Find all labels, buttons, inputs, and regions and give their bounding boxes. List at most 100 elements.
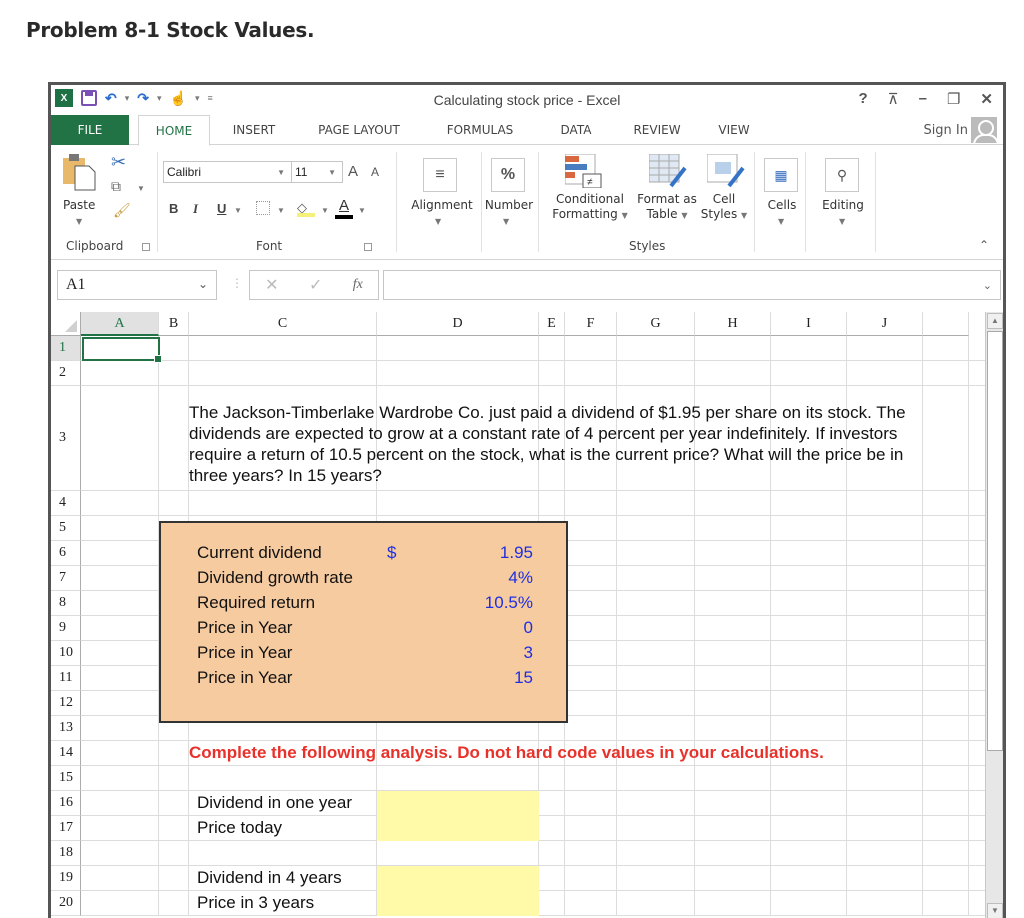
underline-dropdown-icon[interactable]: ▼	[234, 206, 242, 215]
grow-font-icon[interactable]: A	[348, 163, 358, 180]
tab-insert[interactable]: INSERT	[223, 115, 285, 145]
row-header-11[interactable]: 11	[51, 666, 81, 691]
tab-view[interactable]: VIEW	[711, 115, 757, 145]
insert-function-icon[interactable]: fx	[353, 277, 363, 293]
scroll-down-icon[interactable]: ▼	[987, 903, 1003, 918]
cell-styles-icon[interactable]	[707, 154, 745, 188]
fill-color-icon[interactable]: ◇	[297, 199, 315, 217]
collapse-ribbon-icon[interactable]: ⌃	[979, 238, 989, 252]
number-dropdown-icon[interactable]: ▼	[503, 214, 509, 229]
cell-styles-button[interactable]: Cell Styles ▼	[697, 192, 751, 223]
minimize-icon[interactable]: –	[919, 90, 927, 108]
cancel-icon[interactable]: ✕	[265, 275, 278, 295]
font-name-select[interactable]: Calibri ▼	[163, 161, 292, 183]
vertical-scrollbar[interactable]: ▲ ▼	[985, 312, 1003, 918]
tab-review[interactable]: REVIEW	[623, 115, 691, 145]
format-as-table-icon[interactable]	[649, 154, 687, 188]
row-header-20[interactable]: 20	[51, 891, 81, 916]
tab-home[interactable]: HOME	[138, 115, 210, 146]
format-as-table-button[interactable]: Format as Table ▼	[633, 192, 701, 223]
fill-color-dropdown-icon[interactable]: ▼	[321, 206, 329, 215]
copy-icon[interactable]: ⧉	[111, 178, 121, 195]
alignment-dropdown-icon[interactable]: ▼	[435, 214, 441, 229]
name-box-dropdown-icon[interactable]: ⌄	[198, 277, 208, 292]
underline-button[interactable]: U	[217, 201, 226, 216]
paste-dropdown-icon[interactable]: ▼	[76, 214, 82, 229]
alignment-icon[interactable]: ≡	[423, 158, 457, 192]
font-color-dropdown-icon[interactable]: ▼	[358, 206, 366, 215]
italic-button[interactable]: I	[193, 201, 198, 217]
format-painter-icon[interactable]: 🖌	[113, 202, 131, 219]
row-header-8[interactable]: 8	[51, 591, 81, 616]
column-header-f[interactable]: F	[565, 312, 617, 336]
row-header-18[interactable]: 18	[51, 841, 81, 866]
scroll-thumb[interactable]	[987, 331, 1003, 751]
column-header-j[interactable]: J	[847, 312, 923, 336]
row-header-17[interactable]: 17	[51, 816, 81, 841]
font-launcher-icon[interactable]	[364, 243, 372, 251]
cells-dropdown-icon[interactable]: ▼	[778, 214, 784, 229]
formula-bar-grip-icon[interactable]: ⋮	[231, 276, 243, 290]
name-box[interactable]: A1 ⌄	[57, 270, 217, 300]
row-header-7[interactable]: 7	[51, 566, 81, 591]
font-size-select[interactable]: 11 ▼	[291, 161, 343, 183]
row-header-5[interactable]: 5	[51, 516, 81, 541]
editing-dropdown-icon[interactable]: ▼	[839, 214, 845, 229]
row-header-15[interactable]: 15	[51, 766, 81, 791]
restore-icon[interactable]: ❐	[947, 90, 960, 108]
row-header-9[interactable]: 9	[51, 616, 81, 641]
number-button[interactable]: Number	[481, 198, 537, 213]
row-header-13[interactable]: 13	[51, 716, 81, 741]
row-header-6[interactable]: 6	[51, 541, 81, 566]
column-header-g[interactable]: G	[617, 312, 695, 336]
column-header-c[interactable]: C	[189, 312, 377, 336]
number-format-icon[interactable]: %	[491, 158, 525, 192]
editing-button[interactable]: Editing	[813, 198, 873, 213]
input-value[interactable]: 10.5%	[377, 593, 533, 613]
tab-data[interactable]: DATA	[549, 115, 603, 145]
select-all-button[interactable]	[51, 312, 81, 336]
column-header-i[interactable]: I	[771, 312, 847, 336]
row-header-3[interactable]: 3	[51, 386, 81, 491]
ribbon-display-options-icon[interactable]: ⊼	[888, 90, 899, 108]
find-binoculars-icon[interactable]: ⚲	[825, 158, 859, 192]
tab-page-layout[interactable]: PAGE LAYOUT	[309, 115, 409, 145]
column-header-h[interactable]: H	[695, 312, 771, 336]
column-header-blank[interactable]	[923, 312, 969, 336]
answer-cell[interactable]	[377, 866, 539, 891]
row-header-10[interactable]: 10	[51, 641, 81, 666]
conditional-formatting-icon[interactable]: ≠	[565, 154, 603, 188]
column-header-e[interactable]: E	[539, 312, 565, 336]
row-header-12[interactable]: 12	[51, 691, 81, 716]
input-value[interactable]: 0	[377, 618, 533, 638]
shrink-font-icon[interactable]: A	[371, 165, 379, 179]
answer-cell[interactable]	[377, 816, 539, 841]
column-header-a[interactable]: A	[81, 312, 159, 336]
cells-button[interactable]: Cells	[759, 198, 805, 213]
enter-icon[interactable]: ✓	[309, 275, 322, 295]
spreadsheet-grid[interactable]: A B C D E F G H I J 1 2 3 4 5 6 7 8 9 10 11 12 13 14 15 16 17 18 19 2…	[51, 312, 985, 918]
clipboard-launcher-icon[interactable]	[142, 243, 150, 251]
column-header-b[interactable]: B	[159, 312, 189, 336]
input-value[interactable]: 3	[377, 643, 533, 663]
bold-button[interactable]: B	[169, 201, 178, 216]
help-icon[interactable]: ?	[858, 90, 867, 108]
borders-dropdown-icon[interactable]: ▼	[277, 206, 285, 215]
conditional-formatting-button[interactable]: Conditional Formatting ▼	[545, 192, 635, 223]
formula-input[interactable]: ⌄	[383, 270, 1001, 300]
borders-icon[interactable]	[256, 201, 270, 215]
tab-file[interactable]: FILE	[51, 115, 129, 145]
row-header-1[interactable]: 1	[51, 336, 81, 361]
close-icon[interactable]: ✕	[980, 90, 993, 108]
row-header-19[interactable]: 19	[51, 866, 81, 891]
row-header-4[interactable]: 4	[51, 491, 81, 516]
row-header-2[interactable]: 2	[51, 361, 81, 386]
answer-cell[interactable]	[377, 891, 539, 916]
input-value[interactable]: 4%	[377, 568, 533, 588]
row-header-14[interactable]: 14	[51, 741, 81, 766]
row-header-16[interactable]: 16	[51, 791, 81, 816]
copy-dropdown-icon[interactable]: ▼	[137, 184, 145, 193]
cut-icon[interactable]: ✂	[111, 152, 126, 173]
selected-cell-a1[interactable]	[82, 337, 162, 363]
alignment-button[interactable]: Alignment	[403, 198, 481, 213]
